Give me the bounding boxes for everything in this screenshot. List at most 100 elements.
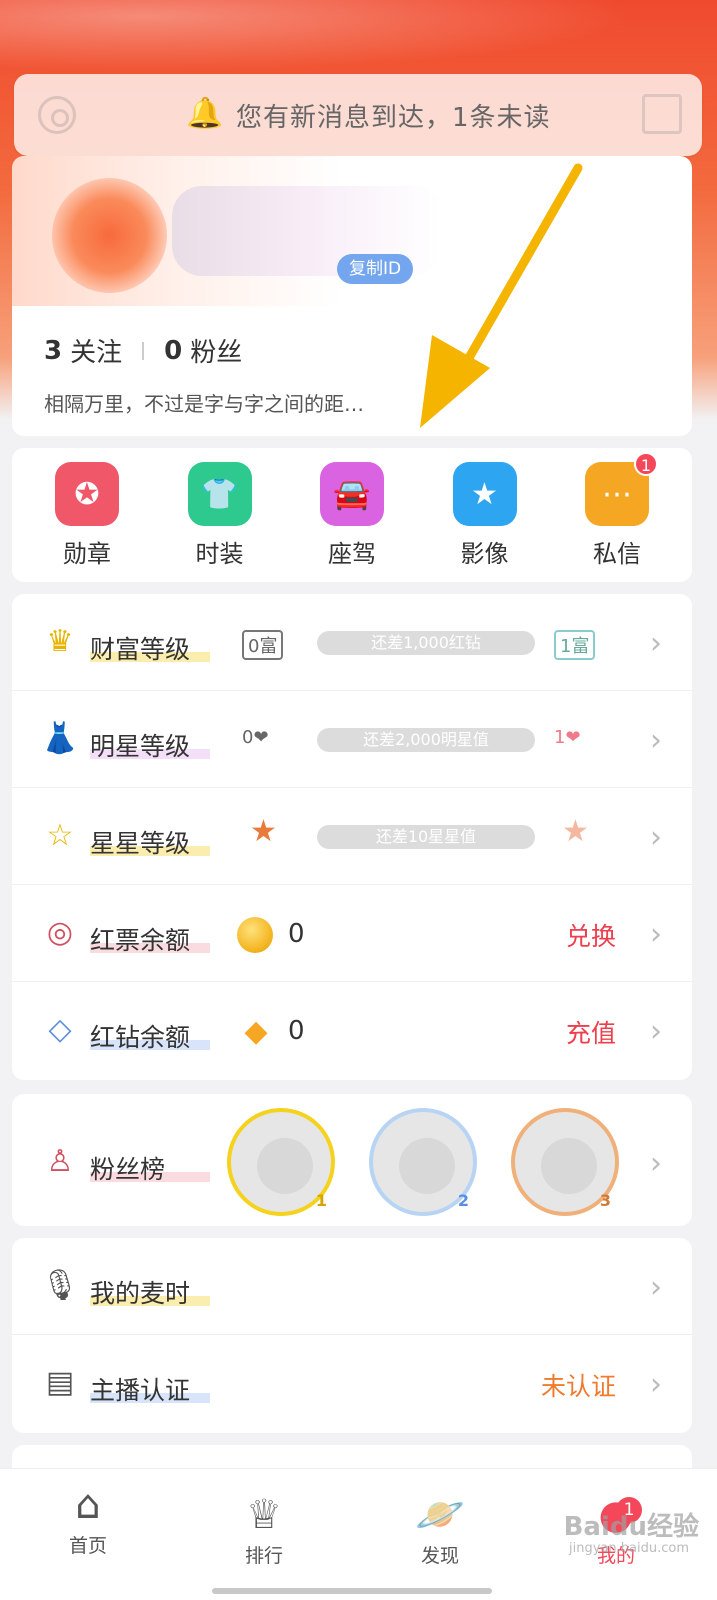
placeholder-avatar-icon [399,1138,455,1194]
current-level-number: 0 [242,727,254,748]
quick-item-medal[interactable]: ✪ 勋章 [32,448,142,582]
misc-card: 🎙 我的麦时 › ▤ 主播认证 未认证 › [12,1238,692,1433]
chevron-right-icon: › [650,1146,662,1181]
fans-board-card[interactable]: ♙ 粉丝榜 › 1 2 3 [12,1094,692,1226]
current-star-icon: ★ [250,814,277,849]
mic-time-row[interactable]: 🎙 我的麦时 › [12,1238,692,1335]
profile-card[interactable]: 复制ID 3 关注 0 粉丝 相隔万里，不过是字与字之间的距… [12,156,692,436]
quick-item-label: 勋章 [63,540,111,568]
bottom-tab-bar: ⌂ 首页 ♕ 排行 🪐 发现 ● 1 我的 Baidu经验 jingyan.ba… [0,1468,717,1600]
row-label: 财富等级 [90,635,191,664]
chevron-right-icon: › [650,820,662,855]
rank-number: 1 [315,1191,327,1210]
id-card-icon: ▤ [45,1365,75,1400]
recharge-button[interactable]: 充值 [566,1014,616,1050]
chevron-right-icon: › [650,917,662,952]
fan-rank-1[interactable]: 1 [227,1108,335,1216]
tab-discover[interactable]: 🪐 发现 [380,1489,500,1568]
current-level-badge: 0❤ [242,727,269,748]
rank-number: 3 [599,1191,611,1210]
message-notice-bar[interactable]: 🔔 您有新消息到达，1条未读 [14,74,702,156]
follow-stats: 3 关注 0 粉丝 [44,332,242,369]
row-label: 明星等级 [90,732,191,761]
tab-label: 排行 [244,1545,283,1567]
quick-item-fashion[interactable]: 👕 时装 [165,448,275,582]
anchor-auth-row[interactable]: ▤ 主播认证 未认证 › [12,1335,692,1432]
microphone-icon: 🎙 [40,1268,80,1303]
quick-item-message[interactable]: ⋯ 私信 1 [562,448,672,582]
fan-rank-3[interactable]: 3 [511,1108,619,1216]
rank-number: 2 [457,1191,469,1210]
copy-id-button[interactable]: 复制ID [337,254,414,284]
shirt-icon: 👕 [187,462,252,526]
level-progress-bar: 还差10星星值 [317,825,535,849]
chevron-right-icon: › [650,626,662,661]
star-level-row[interactable]: 👗 明星等级 0❤ 还差2,000明星值 1❤ › [12,691,692,788]
chevron-right-icon: › [650,723,662,758]
heart-icon: ❤ [253,727,269,748]
watermark-logo: Baidu经验 [563,1512,699,1542]
exchange-button[interactable]: 兑换 [566,917,616,953]
heart-icon: ❤ [565,727,581,748]
wealth-level-row[interactable]: ♛ 财富等级 0富 还差1,000红钻 1富 › [12,594,692,691]
row-label: 红票余额 [90,926,191,955]
row-label: 我的麦时 [90,1279,191,1308]
quick-item-car[interactable]: 🚘 座驾 [297,448,407,582]
quick-item-label: 私信 [593,540,641,568]
quick-item-label: 时装 [195,540,244,568]
red-diamond-row[interactable]: ◇ 红钻余额 ◆ 0 充值 › [12,982,692,1079]
level-progress-bar: 还差2,000明星值 [317,728,535,752]
fans-count[interactable]: 0 [164,336,182,366]
star-icon: ★ [452,462,517,526]
following-count[interactable]: 3 [44,336,62,366]
row-label: 星星等级 [90,829,191,858]
following-label[interactable]: 关注 [70,332,122,369]
tab-ranking[interactable]: ♕ 排行 [204,1489,324,1568]
fan-rank-2[interactable]: 2 [369,1108,477,1216]
chevron-right-icon: › [650,1367,662,1402]
placeholder-avatar-icon [541,1138,597,1194]
tab-label: 发现 [420,1545,459,1567]
stars-level-row[interactable]: ☆ 星星等级 ★ 还差10星星值 ★ › [12,788,692,885]
row-label: 主播认证 [90,1376,191,1405]
next-level-badge: 1❤ [554,727,581,748]
coin-icon [237,917,273,953]
star-outline-icon: ☆ [46,818,74,853]
placeholder-avatar-icon [257,1138,313,1194]
chevron-right-icon: › [650,1270,662,1305]
chevron-right-icon: › [650,1014,662,1049]
avatar[interactable] [52,178,167,293]
row-label: 粉丝榜 [90,1155,166,1184]
current-level-badge: 0富 [242,630,284,660]
next-level-badge: 1富 [554,630,596,660]
tab-home[interactable]: ⌂ 首页 [28,1479,148,1558]
row-label: 红钻余额 [90,1023,191,1052]
quick-menu: ✪ 勋章 👕 时装 🚘 座驾 ★ 影像 ⋯ 私信 1 [12,448,692,582]
home-indicator[interactable] [212,1588,492,1594]
medal-icon: ✪ [55,462,119,526]
home-icon: ⌂ [75,1482,101,1528]
car-icon: 🚘 [320,462,384,526]
next-star-icon: ★ [562,814,589,849]
settings-icon[interactable] [38,96,76,134]
planet-icon: 🪐 [415,1492,465,1538]
balance-value: 0 [288,1016,305,1046]
id-card-icon[interactable] [642,94,682,134]
unread-badge: 1 [634,452,658,476]
watermark-url: jingyan.baidu.com [569,1541,689,1556]
fans-icon: ♙ [46,1144,74,1179]
level-progress-bar: 还差1,000红钻 [317,631,535,655]
dress-icon: 👗 [41,721,79,756]
red-ticket-row[interactable]: ◎ 红票余额 0 兑换 › [12,885,692,982]
fans-label[interactable]: 粉丝 [190,332,242,369]
crown-icon: ♛ [46,624,74,659]
crown-icon: ♕ [246,1492,282,1538]
next-level-number: 1 [554,727,566,748]
signature-text[interactable]: 相隔万里，不过是字与字之间的距… [44,388,364,417]
gem-icon: ◆ [244,1014,268,1049]
bell-icon: 🔔 [186,96,224,131]
quick-item-video[interactable]: ★ 影像 [430,448,540,582]
tab-label: 首页 [68,1535,107,1557]
diamond-icon: ◇ [48,1012,72,1047]
level-card: ♛ 财富等级 0富 还差1,000红钻 1富 › 👗 明星等级 0❤ 还差2,0… [12,594,692,1080]
